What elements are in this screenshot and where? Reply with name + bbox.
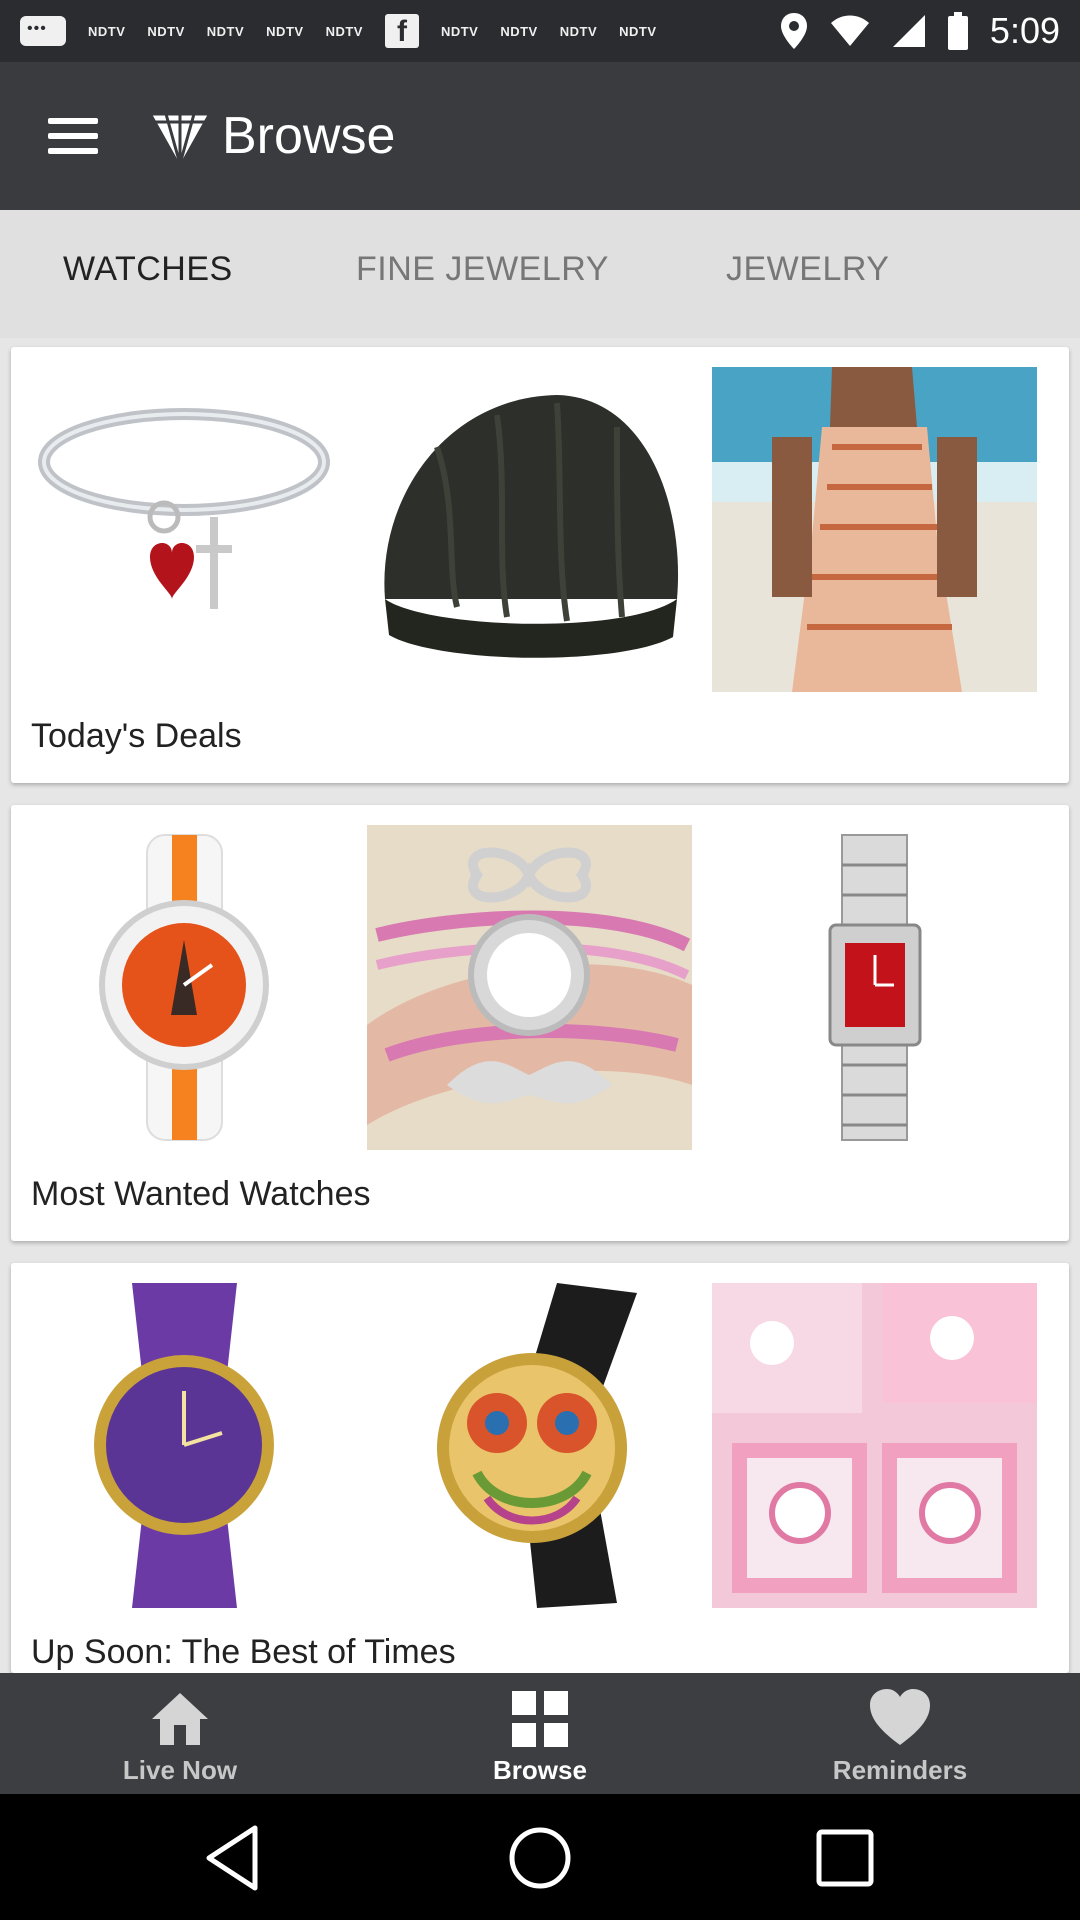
nav-live-now[interactable]: Live Now <box>0 1673 360 1794</box>
app-bar: Browse <box>0 62 1080 210</box>
card-title: Most Wanted Watches <box>31 1175 371 1213</box>
message-icon <box>20 16 66 46</box>
card-title: Up Soon: The Best of Times <box>31 1633 456 1671</box>
ndtv-notification-icon: NDTV <box>559 23 598 39</box>
ndtv-notification-icon: NDTV <box>147 23 185 39</box>
ndtv-notification-icon: NDTV <box>440 23 479 39</box>
nav-label: Browse <box>493 1755 587 1785</box>
status-bar: NDTV NDTV NDTV NDTV NDTV f NDTV NDTV NDT… <box>0 0 1080 62</box>
menu-icon[interactable] <box>48 118 98 154</box>
card-title: Today's Deals <box>31 717 242 755</box>
ndtv-notification-icon: NDTV <box>206 23 245 39</box>
orange-watch-image[interactable] <box>22 825 347 1150</box>
purple-watch-image[interactable] <box>22 1283 347 1608</box>
wifi-icon <box>830 15 869 46</box>
nav-reminders[interactable]: Reminders <box>720 1673 1080 1794</box>
system-navigation-bar <box>0 1794 1080 1920</box>
diamond-logo-icon <box>150 112 210 166</box>
ndtv-notification-icon: NDTV <box>266 23 304 39</box>
silver-red-watch-image[interactable] <box>712 825 1037 1150</box>
recents-icon[interactable] <box>805 1818 885 1898</box>
location-icon <box>780 13 807 49</box>
tab-jewelry[interactable]: JEWELRY <box>726 250 889 289</box>
home-icon <box>152 1693 208 1745</box>
ndtv-notification-icon: NDTV <box>88 23 126 39</box>
hello-kitty-watch-set-image[interactable] <box>712 1283 1037 1608</box>
bottom-nav: Live Now Browse Reminders <box>0 1673 1080 1794</box>
battery-icon <box>947 12 968 50</box>
infinity-bracelet-watch-image[interactable] <box>367 825 692 1150</box>
knit-beanie-image[interactable] <box>367 367 692 692</box>
back-icon[interactable] <box>195 1818 275 1898</box>
nav-label: Live Now <box>122 1755 238 1785</box>
grid-icon <box>512 1691 568 1747</box>
category-tabs: WATCHES FINE JEWELRY JEWELRY <box>0 210 1080 338</box>
home-circle-icon[interactable] <box>500 1818 580 1898</box>
collection-card-most-wanted-watches[interactable]: Most Wanted Watches <box>11 805 1069 1241</box>
ndtv-notification-icon: NDTV <box>325 23 363 39</box>
collection-card-todays-deals[interactable]: Today's Deals <box>11 347 1069 783</box>
signal-icon <box>892 15 925 47</box>
charm-bracelet-image[interactable] <box>22 367 347 692</box>
facebook-icon: f <box>384 14 419 48</box>
nav-label: Reminders <box>832 1755 968 1785</box>
owl-watch-image[interactable] <box>367 1283 692 1608</box>
collection-card-up-soon[interactable]: Up Soon: The Best of Times <box>11 1263 1069 1673</box>
ndtv-notification-icon: NDTV <box>500 23 538 39</box>
clock: 5:09 <box>989 10 1060 51</box>
nav-browse[interactable]: Browse <box>360 1673 720 1794</box>
page-title: Browse <box>222 107 396 165</box>
notification-icons: NDTV NDTV NDTV NDTV NDTV f NDTV NDTV NDT… <box>20 0 657 62</box>
tab-watches[interactable]: WATCHES <box>63 250 233 289</box>
ndtv-notification-icon: NDTV <box>619 23 657 39</box>
heart-icon <box>870 1689 930 1745</box>
romper-model-image[interactable] <box>712 367 1037 692</box>
tab-fine-jewelry[interactable]: FINE JEWELRY <box>356 250 609 289</box>
